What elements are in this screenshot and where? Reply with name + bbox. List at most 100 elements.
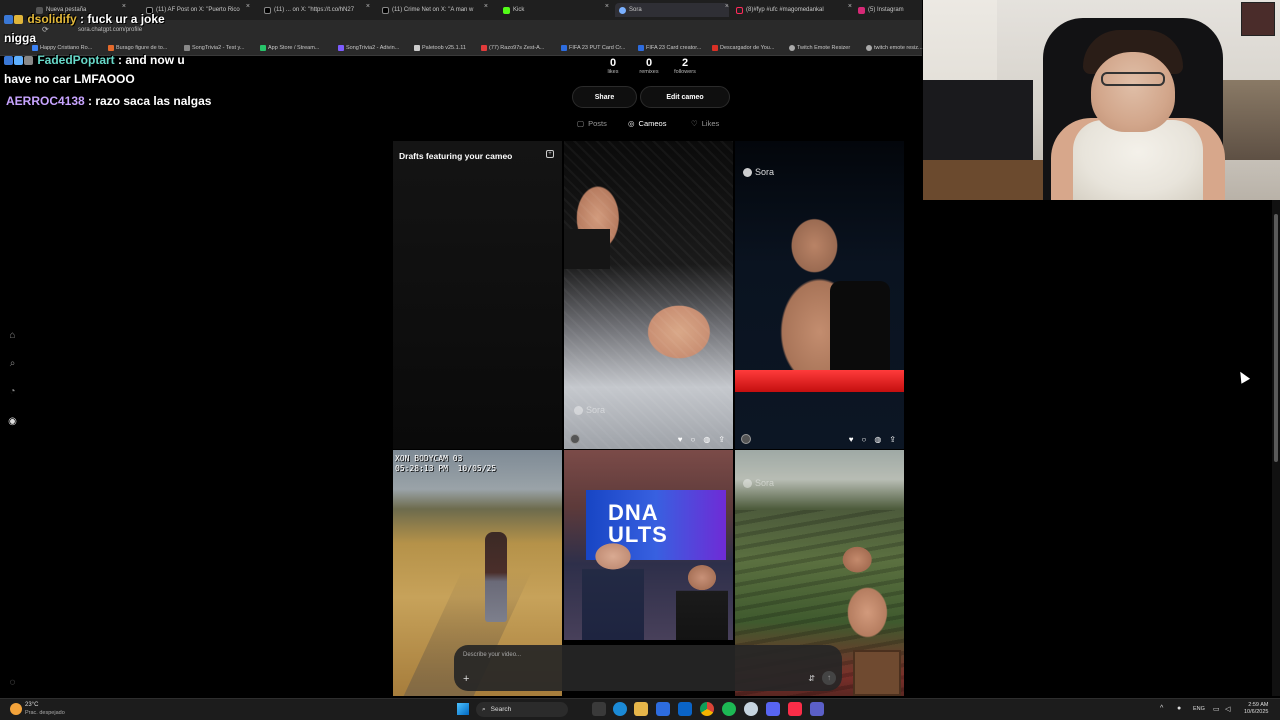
tab-3[interactable]: (11) Crime Net on X: "A man w × bbox=[382, 3, 488, 17]
bookmark-8[interactable]: FIFA 23 Card creator... bbox=[638, 45, 701, 51]
bookmark-label: Paletoob v25.1.11 bbox=[422, 45, 466, 51]
tab-label: Posts bbox=[588, 119, 607, 128]
chat-continuation: nigga bbox=[4, 31, 36, 45]
bookmark-6[interactable]: (77) Razo97s Zest-A... bbox=[481, 45, 544, 51]
tab-likes[interactable]: ♡ Likes bbox=[691, 119, 719, 128]
share-icon[interactable]: ⇪ bbox=[889, 435, 896, 444]
file-explorer-icon[interactable] bbox=[634, 702, 648, 716]
sora-watermark: Sora bbox=[574, 405, 605, 415]
video-tile[interactable]: Sora ♥ ○ ◍ ⇪ bbox=[735, 141, 904, 449]
teams-icon[interactable] bbox=[810, 702, 824, 716]
chat-continuation: have no car LMFAOOO bbox=[4, 72, 135, 86]
task-view-icon[interactable] bbox=[592, 702, 606, 716]
tab-6[interactable]: (8)#fyp #ufc #magomedankal × bbox=[736, 3, 852, 17]
tab-4[interactable]: Kick × bbox=[503, 3, 609, 17]
discord-icon[interactable] bbox=[766, 702, 780, 716]
taskbar-search[interactable]: ⌕ Search bbox=[476, 702, 568, 717]
bookmark-7[interactable]: FIFA 23 PUT Card Cr... bbox=[561, 45, 625, 51]
webcam-scene bbox=[1073, 120, 1203, 200]
close-icon[interactable]: × bbox=[366, 3, 370, 10]
bookmark-5[interactable]: Paletoob v25.1.11 bbox=[414, 45, 466, 51]
store-icon[interactable] bbox=[656, 702, 670, 716]
windows-start-icon[interactable] bbox=[457, 703, 469, 715]
share-icon[interactable]: ⇪ bbox=[718, 435, 725, 444]
prompt-composer[interactable]: Describe your video... + ⇵ ↑ bbox=[454, 645, 842, 691]
video-tile[interactable]: DNA ULTS bbox=[564, 450, 733, 640]
close-icon[interactable]: × bbox=[122, 3, 126, 10]
bookmark-10[interactable]: Twitch Emote Resizer bbox=[789, 45, 850, 51]
tab-2[interactable]: (11) ... on X: "https://t.co/hN27 × bbox=[264, 3, 370, 17]
outlook-icon[interactable] bbox=[678, 702, 692, 716]
bookmark-3[interactable]: App Store / Stream... bbox=[260, 45, 319, 51]
edit-cameo-button[interactable]: Edit cameo bbox=[640, 86, 730, 108]
add-icon[interactable]: + bbox=[463, 673, 469, 685]
avatar[interactable] bbox=[570, 434, 580, 444]
bell-icon[interactable]: ◔ bbox=[7, 386, 18, 397]
scrollbar-thumb[interactable] bbox=[1274, 214, 1278, 462]
chevron-up-icon[interactable]: ^ bbox=[1160, 705, 1163, 712]
profile-icon[interactable]: ◉ bbox=[7, 416, 18, 427]
comment-icon[interactable]: ○ bbox=[861, 435, 866, 444]
tab-cameos[interactable]: ◎ Cameos bbox=[628, 119, 666, 128]
settings-sliders-icon[interactable]: ⇵ bbox=[808, 674, 815, 683]
music-icon[interactable] bbox=[788, 702, 802, 716]
reload-icon[interactable]: ⟳ bbox=[42, 25, 49, 34]
weather-temp[interactable]: 23°C bbox=[25, 702, 38, 708]
drafts-title: Drafts featuring your cameo bbox=[399, 151, 513, 161]
network-icon[interactable]: ▭ bbox=[1213, 705, 1220, 713]
remix-icon[interactable]: ◍ bbox=[703, 435, 710, 444]
open-drafts-icon[interactable]: + bbox=[546, 150, 554, 158]
weather-desc[interactable]: Prac. despejado bbox=[25, 710, 65, 716]
edge-icon[interactable] bbox=[613, 702, 627, 716]
volume-icon[interactable]: ◁ bbox=[1225, 705, 1230, 713]
steam-icon[interactable] bbox=[744, 702, 758, 716]
bookmark-2[interactable]: SongTrivia2 - Test y... bbox=[184, 45, 244, 51]
heart-icon[interactable]: ♥ bbox=[849, 435, 854, 444]
close-icon[interactable]: × bbox=[246, 3, 250, 10]
search-icon[interactable]: ⌕ bbox=[7, 358, 18, 369]
close-icon[interactable]: × bbox=[848, 3, 852, 10]
bookmark-9[interactable]: Descargador de You... bbox=[712, 45, 774, 51]
home-icon[interactable]: ⌂ bbox=[7, 330, 18, 341]
tab-posts[interactable]: ▢ Posts bbox=[577, 119, 607, 128]
video-tile[interactable]: Sora ♥ ○ ◍ ⇪ bbox=[564, 141, 733, 449]
prompt-input[interactable]: Describe your video... bbox=[463, 652, 521, 658]
chat-username: FadedPoptart bbox=[37, 53, 115, 67]
close-icon[interactable]: × bbox=[605, 3, 609, 10]
heart-icon[interactable]: ♥ bbox=[678, 435, 683, 444]
tab-7[interactable]: (5) Instagram bbox=[858, 3, 920, 17]
settings-icon[interactable]: ◌ bbox=[7, 677, 18, 688]
clock[interactable]: 2:59 AM 10/6/2025 bbox=[1244, 702, 1268, 716]
bookmark-0[interactable]: Happy Cristiano Ro... bbox=[32, 45, 92, 51]
watermark-text: Sora bbox=[755, 478, 775, 488]
stat-followers[interactable]: 2 followers bbox=[665, 57, 705, 76]
spotify-icon[interactable] bbox=[722, 702, 736, 716]
close-icon[interactable]: × bbox=[725, 3, 729, 10]
bookmark-label: FIFA 23 Card creator... bbox=[646, 45, 702, 51]
share-button[interactable]: Share bbox=[572, 86, 637, 108]
clock-time: 2:59 AM bbox=[1248, 702, 1269, 708]
bookmark-11[interactable]: twitch emote resiz... bbox=[866, 45, 923, 51]
sora-watermark: Sora bbox=[743, 167, 774, 177]
chrome-icon[interactable] bbox=[700, 702, 714, 716]
tab-5[interactable]: Sora × bbox=[615, 3, 729, 17]
remix-icon[interactable]: ◍ bbox=[874, 435, 881, 444]
send-button[interactable]: ↑ bbox=[822, 671, 836, 685]
tab-label: (11) ... on X: "https://t.co/hN27 bbox=[274, 7, 355, 13]
search-icon: ⌕ bbox=[482, 705, 486, 713]
stat-value: 2 bbox=[681, 57, 689, 69]
avatar[interactable] bbox=[741, 434, 751, 444]
url-field[interactable]: sora.chatgpt.com/profile bbox=[78, 27, 142, 33]
tab-label: Sora bbox=[629, 7, 642, 13]
comment-icon[interactable]: ○ bbox=[690, 435, 695, 444]
bookmark-1[interactable]: Burago figure de to... bbox=[108, 45, 167, 51]
close-icon[interactable]: × bbox=[484, 3, 488, 10]
bookmark-label: twitch emote resiz... bbox=[874, 45, 923, 51]
drafts-card[interactable]: Drafts featuring your cameo + bbox=[393, 141, 562, 449]
video-thumbnail bbox=[735, 370, 904, 392]
weather-icon[interactable] bbox=[10, 703, 22, 715]
language-indicator[interactable]: ENG bbox=[1193, 706, 1205, 712]
mic-icon[interactable]: ● bbox=[1177, 705, 1181, 712]
bookmark-4[interactable]: SongTrivia2 - Adivin... bbox=[338, 45, 399, 51]
webcam-scene bbox=[923, 160, 1043, 200]
